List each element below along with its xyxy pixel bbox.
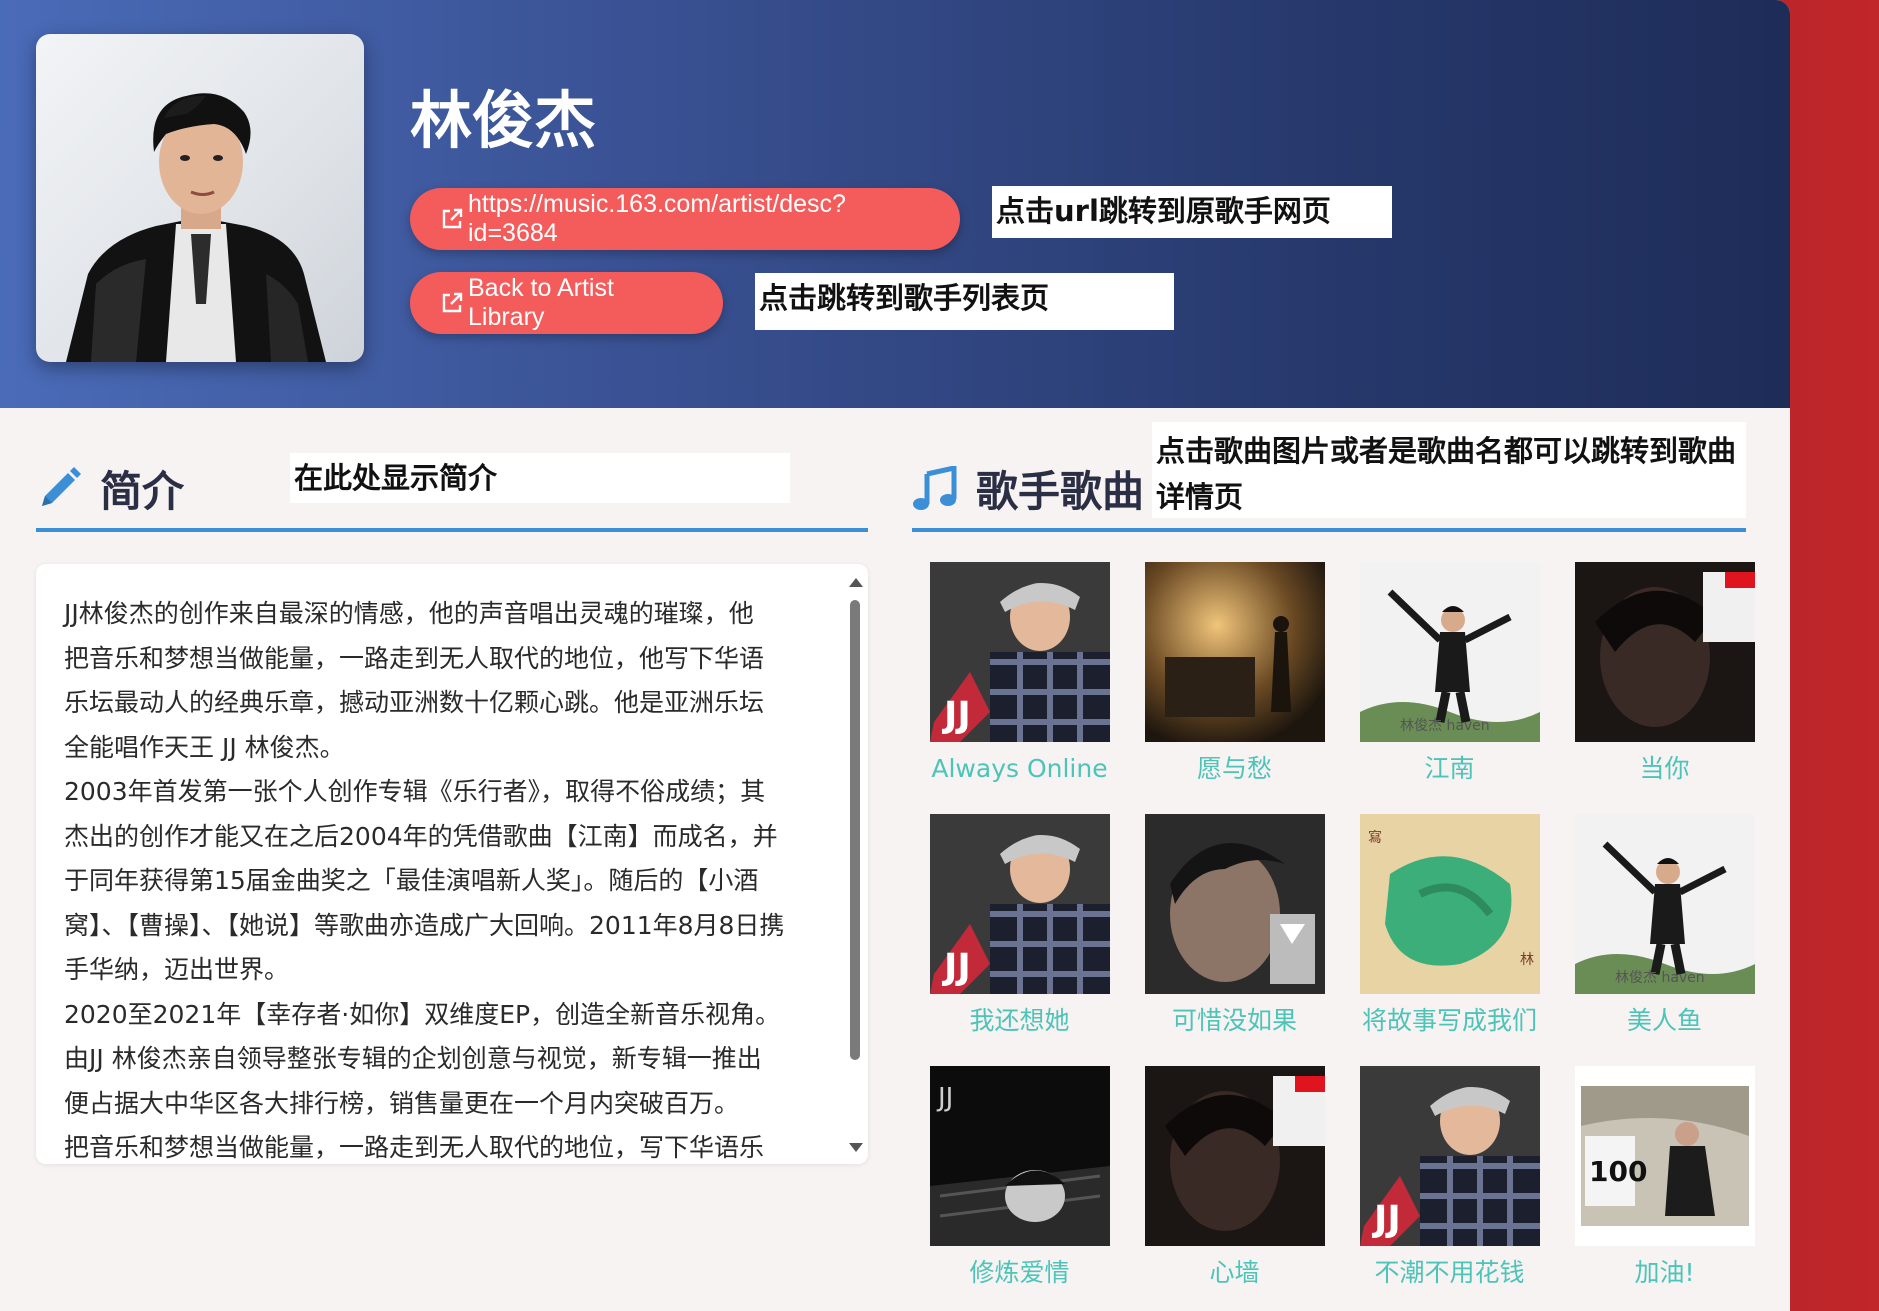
song-card[interactable]: 愿与愁 bbox=[1127, 562, 1342, 786]
svg-text:林: 林 bbox=[1520, 952, 1534, 968]
artist-photo-illustration bbox=[66, 93, 326, 362]
song-name-link[interactable]: 可惜没如果 bbox=[1172, 1004, 1297, 1038]
song-card[interactable]: JJ 我还想她 bbox=[912, 814, 1127, 1038]
svg-text:JJ: JJ bbox=[936, 1083, 953, 1113]
song-name-link[interactable]: Always Online bbox=[931, 752, 1107, 786]
song-name-link[interactable]: 愿与愁 bbox=[1197, 752, 1272, 786]
song-card[interactable]: 100 加油! bbox=[1557, 1066, 1772, 1290]
artist-url-button[interactable]: https://music.163.com/artist/desc?id=368… bbox=[410, 188, 960, 250]
artist-url-label: https://music.163.com/artist/desc?id=368… bbox=[468, 190, 846, 247]
svg-text:JJ: JJ bbox=[941, 695, 971, 736]
song-card[interactable]: JJ 修炼爱情 bbox=[912, 1066, 1127, 1290]
song-card[interactable]: 林俊杰 haven 江南 bbox=[1342, 562, 1557, 786]
intro-title: 简介 bbox=[100, 467, 185, 516]
song-grid: JJ Always Online 愿与愁 林俊杰 haven 江南 当你 JJ 我还想她 可惜没… bbox=[912, 562, 1755, 1290]
song-card[interactable]: JJ 不潮不用花钱 bbox=[1342, 1066, 1557, 1290]
url-annotation: 点击url跳转到原歌手网页 bbox=[992, 186, 1392, 238]
music-note-icon bbox=[913, 465, 957, 510]
artist-avatar bbox=[36, 34, 364, 362]
song-cover-image[interactable]: 寫林 bbox=[1359, 814, 1540, 994]
svg-text:林俊杰 haven: 林俊杰 haven bbox=[1615, 970, 1705, 986]
song-cover-image[interactable]: 100 bbox=[1574, 1066, 1755, 1246]
intro-text: JJ林俊杰的创作来自最深的情感，他的声音唱出灵魂的璀璨，他 把音乐和梦想当做能量… bbox=[64, 599, 785, 1162]
song-name-link[interactable]: 我还想她 bbox=[969, 1004, 1069, 1038]
song-cover-image[interactable] bbox=[1144, 1066, 1325, 1246]
artist-name: 林俊杰 bbox=[410, 84, 597, 157]
artist-header: 林俊杰 https://music.163.com/artist/desc?id… bbox=[0, 0, 1790, 408]
songs-heading: 歌手歌曲 bbox=[912, 458, 1144, 519]
artist-page: 林俊杰 https://music.163.com/artist/desc?id… bbox=[0, 0, 1790, 1311]
back-to-library-label: Back to Artist Library bbox=[468, 274, 614, 331]
songs-divider bbox=[912, 528, 1746, 532]
back-to-library-button[interactable]: Back to Artist Library bbox=[410, 272, 723, 334]
song-cover-image[interactable] bbox=[1144, 814, 1325, 994]
song-card[interactable]: JJ Always Online bbox=[912, 562, 1127, 786]
songs-annotation: 点击歌曲图片或者是歌曲名都可以跳转到歌曲详情页 bbox=[1152, 422, 1746, 518]
svg-text:寫: 寫 bbox=[1368, 829, 1382, 846]
svg-text:JJ: JJ bbox=[941, 947, 971, 988]
song-cover-image[interactable] bbox=[1144, 562, 1325, 742]
song-name-link[interactable]: 不潮不用花钱 bbox=[1374, 1256, 1524, 1290]
song-cover-image[interactable]: JJ bbox=[929, 814, 1110, 994]
pencil-icon bbox=[42, 466, 81, 506]
song-card[interactable]: 可惜没如果 bbox=[1127, 814, 1342, 1038]
song-name-link[interactable]: 加油! bbox=[1634, 1256, 1694, 1290]
intro-divider bbox=[36, 528, 868, 532]
song-cover-image[interactable]: JJ bbox=[929, 1066, 1110, 1246]
external-link-icon bbox=[442, 292, 463, 313]
song-name-link[interactable]: 美人鱼 bbox=[1627, 1004, 1702, 1038]
svg-text:JJ: JJ bbox=[1371, 1199, 1401, 1240]
scroll-thumb[interactable] bbox=[850, 600, 860, 1060]
songs-title: 歌手歌曲 bbox=[976, 467, 1145, 516]
back-annotation: 点击跳转到歌手列表页 bbox=[755, 273, 1174, 330]
external-link-icon bbox=[442, 208, 463, 229]
song-card[interactable]: 寫林将故事写成我们 bbox=[1342, 814, 1557, 1038]
song-name-link[interactable]: 修炼爱情 bbox=[969, 1256, 1069, 1290]
song-name-link[interactable]: 将故事写成我们 bbox=[1362, 1004, 1537, 1038]
intro-text-box[interactable]: JJ林俊杰的创作来自最深的情感，他的声音唱出灵魂的璀璨，他 把音乐和梦想当做能量… bbox=[36, 564, 868, 1164]
scroll-down-arrow-icon[interactable] bbox=[849, 1143, 863, 1152]
song-cover-image[interactable]: 林俊杰 haven bbox=[1359, 562, 1540, 742]
intro-scrollbar[interactable] bbox=[844, 570, 866, 1160]
song-name-link[interactable]: 当你 bbox=[1639, 752, 1689, 786]
song-card[interactable]: 林俊杰 haven 美人鱼 bbox=[1557, 814, 1772, 1038]
song-name-link[interactable]: 江南 bbox=[1424, 752, 1474, 786]
song-cover-image[interactable] bbox=[1574, 562, 1755, 742]
song-cover-image[interactable]: JJ bbox=[1359, 1066, 1540, 1246]
intro-heading: 简介 bbox=[36, 458, 184, 519]
song-card[interactable]: 当你 bbox=[1557, 562, 1772, 786]
song-cover-image[interactable]: JJ bbox=[929, 562, 1110, 742]
svg-text:林俊杰 haven: 林俊杰 haven bbox=[1400, 718, 1490, 734]
scroll-up-arrow-icon[interactable] bbox=[849, 578, 863, 587]
svg-text:100: 100 bbox=[1589, 1155, 1647, 1188]
intro-annotation: 在此处显示简介 bbox=[290, 453, 790, 503]
song-cover-image[interactable]: 林俊杰 haven bbox=[1574, 814, 1755, 994]
song-card[interactable]: 心墙 bbox=[1127, 1066, 1342, 1290]
song-name-link[interactable]: 心墙 bbox=[1209, 1256, 1259, 1290]
